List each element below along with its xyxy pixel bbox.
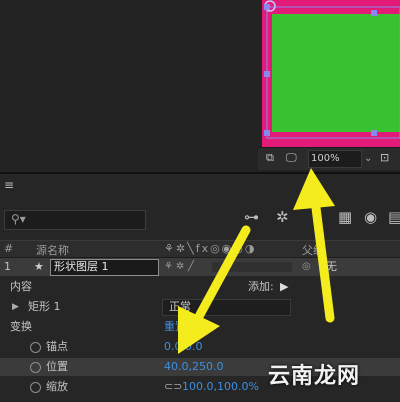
selection-handle[interactable] bbox=[371, 10, 377, 16]
watermark: 云南龙网 bbox=[268, 364, 361, 389]
graph-link-icon[interactable]: ⊶ bbox=[244, 208, 259, 226]
viewer-toolbar: ⧉ 🖵 100% ⌄ ⊡ bbox=[258, 147, 400, 170]
collapse-switch-icon[interactable]: ✲ bbox=[176, 258, 184, 276]
pick-whip-icon[interactable]: ◎ bbox=[302, 258, 311, 276]
draft-3d-icon[interactable]: ✲ bbox=[276, 208, 289, 226]
panel-menu-icon[interactable]: ≡ bbox=[4, 178, 14, 192]
chevron-down-icon: ⌄ bbox=[364, 153, 373, 164]
zoom-value: 100% bbox=[311, 153, 340, 164]
motion-blur-icon[interactable]: ◉ bbox=[364, 208, 377, 226]
scale-label: 缩放 bbox=[46, 380, 68, 393]
rectangle-group-row[interactable]: ▶ 矩形 1 正常 bbox=[0, 298, 400, 316]
stopwatch-icon[interactable] bbox=[30, 362, 41, 373]
layer-row[interactable]: 1 ★ 形状图层 1 ⚘ ✲ ╱ ◎ 无 bbox=[0, 258, 400, 276]
header-hash: # bbox=[4, 242, 14, 255]
column-header: # 源名称 ⚘✲╲fx◎◉◐◑ 父级 bbox=[0, 240, 400, 258]
selection-handle[interactable] bbox=[371, 130, 377, 136]
transform-label: 变换 bbox=[10, 320, 32, 333]
add-menu-icon[interactable]: ▶ bbox=[280, 278, 288, 296]
blend-mode-value: 正常 bbox=[169, 300, 191, 313]
monitor-icon[interactable]: 🖵 bbox=[286, 148, 297, 168]
graph-editor-icon[interactable]: ▤ bbox=[388, 208, 400, 226]
position-value[interactable]: 40.0,250.0 bbox=[164, 358, 223, 376]
blend-mode-dropdown[interactable]: 正常 bbox=[162, 299, 291, 316]
parent-value[interactable]: 无 bbox=[326, 258, 337, 276]
selection-handle[interactable] bbox=[264, 130, 270, 136]
constrain-link-icon[interactable]: ⊂⊃ bbox=[164, 378, 182, 396]
layer-number: 1 bbox=[4, 260, 11, 273]
search-icon: ⚲▾ bbox=[11, 212, 26, 226]
anchor-point-value[interactable]: 0.0,0.0 bbox=[164, 338, 202, 356]
contents-row[interactable]: 内容 添加: ▶ bbox=[0, 278, 400, 296]
zoom-dropdown[interactable]: 100% ⌄ bbox=[308, 150, 372, 168]
position-label: 位置 bbox=[46, 360, 68, 373]
shy-switch-icon[interactable]: ⚘ bbox=[164, 258, 173, 276]
anchor-point-label: 锚点 bbox=[46, 340, 68, 353]
shape-layer-star-icon: ★ bbox=[34, 260, 44, 273]
contents-label: 内容 bbox=[10, 280, 32, 293]
snapshot-icon[interactable]: ⊡ bbox=[380, 148, 389, 168]
expand-triangle-icon[interactable]: ▶ bbox=[12, 298, 19, 316]
layer-name: 形状图层 1 bbox=[54, 260, 109, 273]
selection-handle[interactable] bbox=[264, 4, 270, 10]
composition-canvas[interactable] bbox=[262, 0, 400, 147]
header-parent[interactable]: 父级 bbox=[302, 242, 324, 258]
header-source-name[interactable]: 源名称 bbox=[36, 242, 69, 258]
layer-search-input[interactable]: ⚲▾ bbox=[4, 210, 146, 230]
layer-name-field[interactable]: 形状图层 1 bbox=[50, 259, 159, 276]
stopwatch-icon[interactable] bbox=[30, 342, 41, 353]
frame-blending-icon[interactable]: ▦ bbox=[338, 208, 352, 226]
add-label: 添加: bbox=[248, 280, 274, 293]
reset-link[interactable]: 重置 bbox=[164, 318, 186, 336]
anchor-point-row[interactable]: 锚点 0.0,0.0 bbox=[0, 338, 400, 356]
scale-value[interactable]: 100.0,100.0% bbox=[182, 378, 259, 396]
rectangle-label: 矩形 1 bbox=[28, 300, 61, 313]
stopwatch-icon[interactable] bbox=[30, 382, 41, 393]
quality-switch-icon[interactable]: ╱ bbox=[188, 258, 194, 276]
transform-row[interactable]: 变换 重置 bbox=[0, 318, 400, 336]
switch-boxes bbox=[212, 262, 292, 272]
selection-handle[interactable] bbox=[264, 71, 270, 77]
rectangle-fill bbox=[272, 14, 400, 132]
region-of-interest-icon[interactable]: ⧉ bbox=[266, 148, 274, 168]
switches-icons: ⚘✲╲fx◎◉◐◑ bbox=[164, 242, 257, 255]
